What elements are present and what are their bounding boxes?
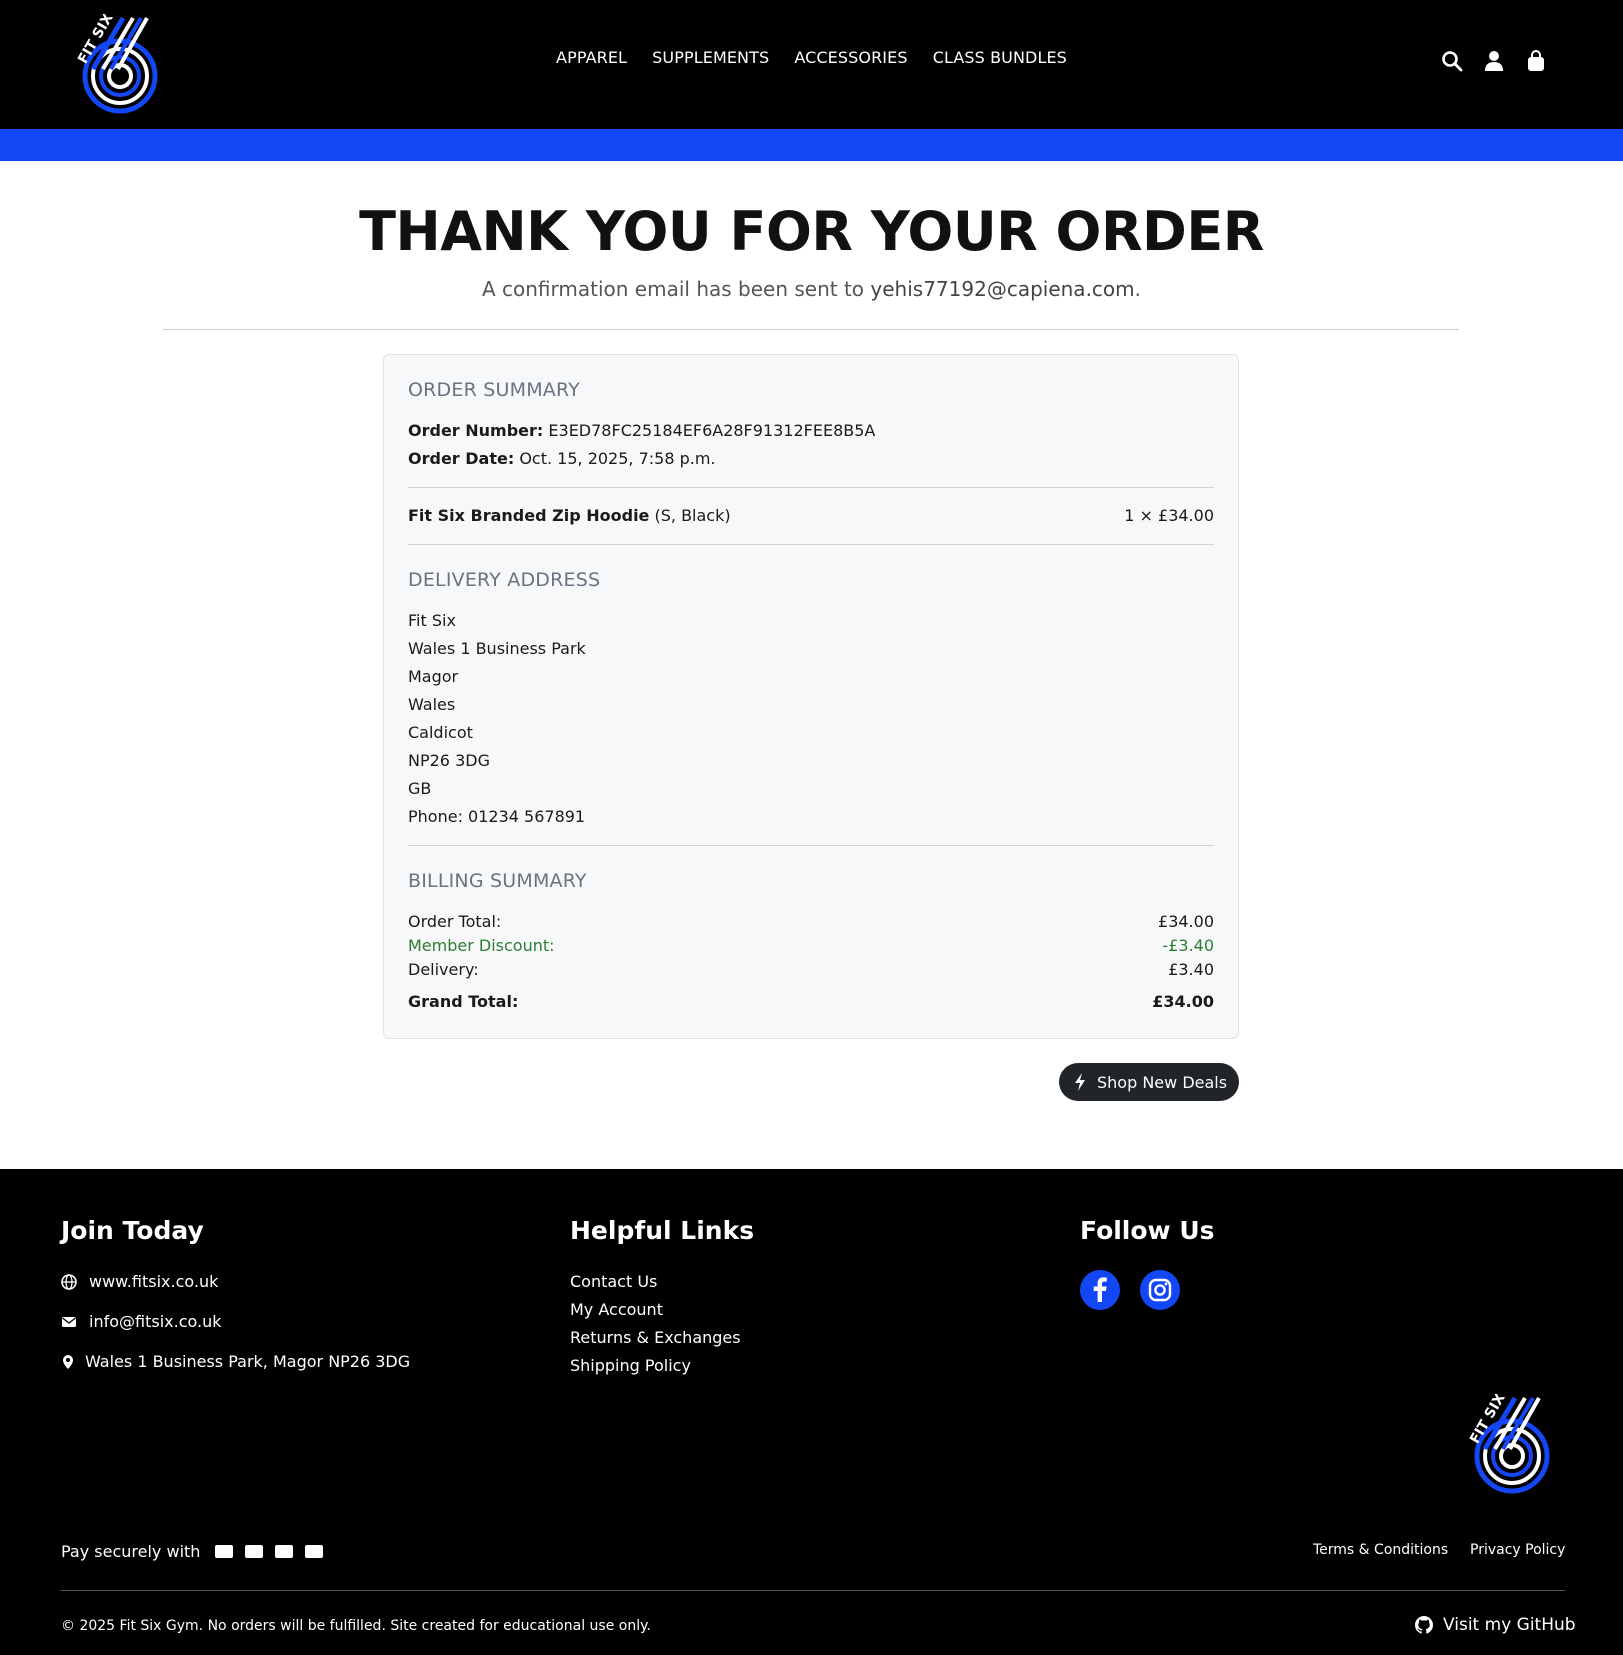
subtitle-suffix: . <box>1134 277 1141 301</box>
link-contact-us[interactable]: Contact Us <box>570 1272 657 1291</box>
divider <box>408 487 1214 488</box>
item-name: Fit Six Branded Zip Hoodie <box>408 506 650 525</box>
copyright-text: © 2025 Fit Six Gym. No orders will be fu… <box>61 1618 651 1634</box>
order-date: Order Date: Oct. 15, 2025, 7:58 p.m. <box>408 449 716 468</box>
order-number-label: Order Number: <box>408 421 544 440</box>
accent-bar <box>0 129 1623 161</box>
bolt-icon <box>1075 1073 1085 1091</box>
website-link[interactable]: www.fitsix.co.uk <box>89 1272 218 1291</box>
mastercard-icon <box>245 1545 263 1558</box>
facebook-icon[interactable] <box>1080 1270 1120 1310</box>
discount-value: -£3.40 <box>1162 936 1214 955</box>
grand-total-label: Grand Total: <box>408 992 519 1011</box>
email-link[interactable]: info@fitsix.co.uk <box>89 1312 222 1331</box>
instagram-icon[interactable] <box>1140 1270 1180 1310</box>
github-link[interactable]: Visit my GitHub <box>1415 1615 1576 1635</box>
delivery-label: Delivery: <box>408 960 479 979</box>
user-icon[interactable] <box>1483 50 1505 72</box>
grand-total-value: £34.00 <box>1152 992 1214 1011</box>
address-text: Wales 1 Business Park, Magor NP26 3DG <box>85 1352 411 1371</box>
mail-icon <box>62 1317 76 1327</box>
footer-logo: FIT SIX <box>1465 1394 1551 1494</box>
order-item: Fit Six Branded Zip Hoodie (S, Black) <box>408 506 731 525</box>
order-date-value: Oct. 15, 2025, 7:58 p.m. <box>519 449 716 468</box>
follow-us-heading: Follow Us <box>1080 1216 1215 1245</box>
header-icons <box>1441 50 1547 76</box>
confirmation-email: yehis77192@capiena.com <box>870 277 1135 301</box>
bag-icon[interactable] <box>1525 50 1547 72</box>
address-line: Caldicot <box>408 723 473 742</box>
divider <box>408 845 1214 846</box>
discover-icon <box>305 1545 323 1558</box>
address-line: Wales 1 Business Park <box>408 639 586 658</box>
shop-new-deals-label: Shop New Deals <box>1097 1072 1228 1092</box>
order-total-value: £34.00 <box>1158 912 1214 931</box>
amex-icon <box>275 1545 293 1558</box>
divider <box>163 329 1459 330</box>
link-my-account[interactable]: My Account <box>570 1300 663 1319</box>
nav-accessories[interactable]: ACCESSORIES <box>794 48 907 67</box>
globe-icon <box>61 1274 77 1290</box>
subtitle-prefix: A confirmation email has been sent to <box>481 277 871 301</box>
nav-supplements[interactable]: SUPPLEMENTS <box>652 48 769 67</box>
address-line: Fit Six <box>408 611 456 630</box>
privacy-link[interactable]: Privacy Policy <box>1470 1542 1565 1558</box>
divider <box>408 544 1214 545</box>
order-date-label: Order Date: <box>408 449 515 468</box>
address-line: Wales <box>408 695 456 714</box>
order-number-value: E3ED78FC25184EF6A28F91312FEE8B5A <box>548 421 876 440</box>
confirmation-message: A confirmation email has been sent to ye… <box>0 277 1623 301</box>
terms-link[interactable]: Terms & Conditions <box>1313 1542 1448 1558</box>
order-summary-heading: ORDER SUMMARY <box>408 379 580 401</box>
item-variant: (S, Black) <box>654 506 731 525</box>
github-icon <box>1415 1616 1433 1634</box>
shop-new-deals-button[interactable]: Shop New Deals <box>1059 1063 1239 1101</box>
link-returns[interactable]: Returns & Exchanges <box>570 1328 741 1347</box>
item-qty-price: 1 × £34.00 <box>1124 506 1214 525</box>
join-heading: Join Today <box>61 1216 204 1245</box>
address-phone: Phone: 01234 567891 <box>408 807 586 826</box>
delivery-heading: DELIVERY ADDRESS <box>408 569 601 591</box>
billing-heading: BILLING SUMMARY <box>408 870 587 892</box>
site-header: FIT SIX APPAREL SUPPLEMENTS ACCESSORIES … <box>0 0 1623 129</box>
discount-label: Member Discount: <box>408 936 555 955</box>
delivery-value: £3.40 <box>1168 960 1214 979</box>
helpful-links-heading: Helpful Links <box>570 1216 755 1245</box>
page-title: THANK YOU FOR YOUR ORDER <box>359 200 1264 263</box>
address-line: GB <box>408 779 432 798</box>
main-nav: APPAREL SUPPLEMENTS ACCESSORIES CLASS BU… <box>0 48 1623 67</box>
pay-securely-label: Pay securely with <box>61 1542 201 1561</box>
order-number: Order Number: E3ED78FC25184EF6A28F91312F… <box>408 421 875 440</box>
search-icon[interactable] <box>1441 50 1463 72</box>
address-line: NP26 3DG <box>408 751 490 770</box>
footer-divider <box>61 1590 1565 1591</box>
address-line: Magor <box>408 667 459 686</box>
visa-icon <box>215 1545 233 1558</box>
order-summary-card: ORDER SUMMARY Order Number: E3ED78FC2518… <box>383 354 1239 1039</box>
order-total-label: Order Total: <box>408 912 502 931</box>
github-label: Visit my GitHub <box>1443 1615 1576 1635</box>
link-shipping-policy[interactable]: Shipping Policy <box>570 1356 691 1375</box>
map-pin-icon <box>63 1355 73 1369</box>
site-footer: Join Today www.fitsix.co.uk info@fitsix.… <box>0 1169 1623 1655</box>
nav-apparel[interactable]: APPAREL <box>556 48 627 67</box>
nav-class-bundles[interactable]: CLASS BUNDLES <box>933 48 1067 67</box>
